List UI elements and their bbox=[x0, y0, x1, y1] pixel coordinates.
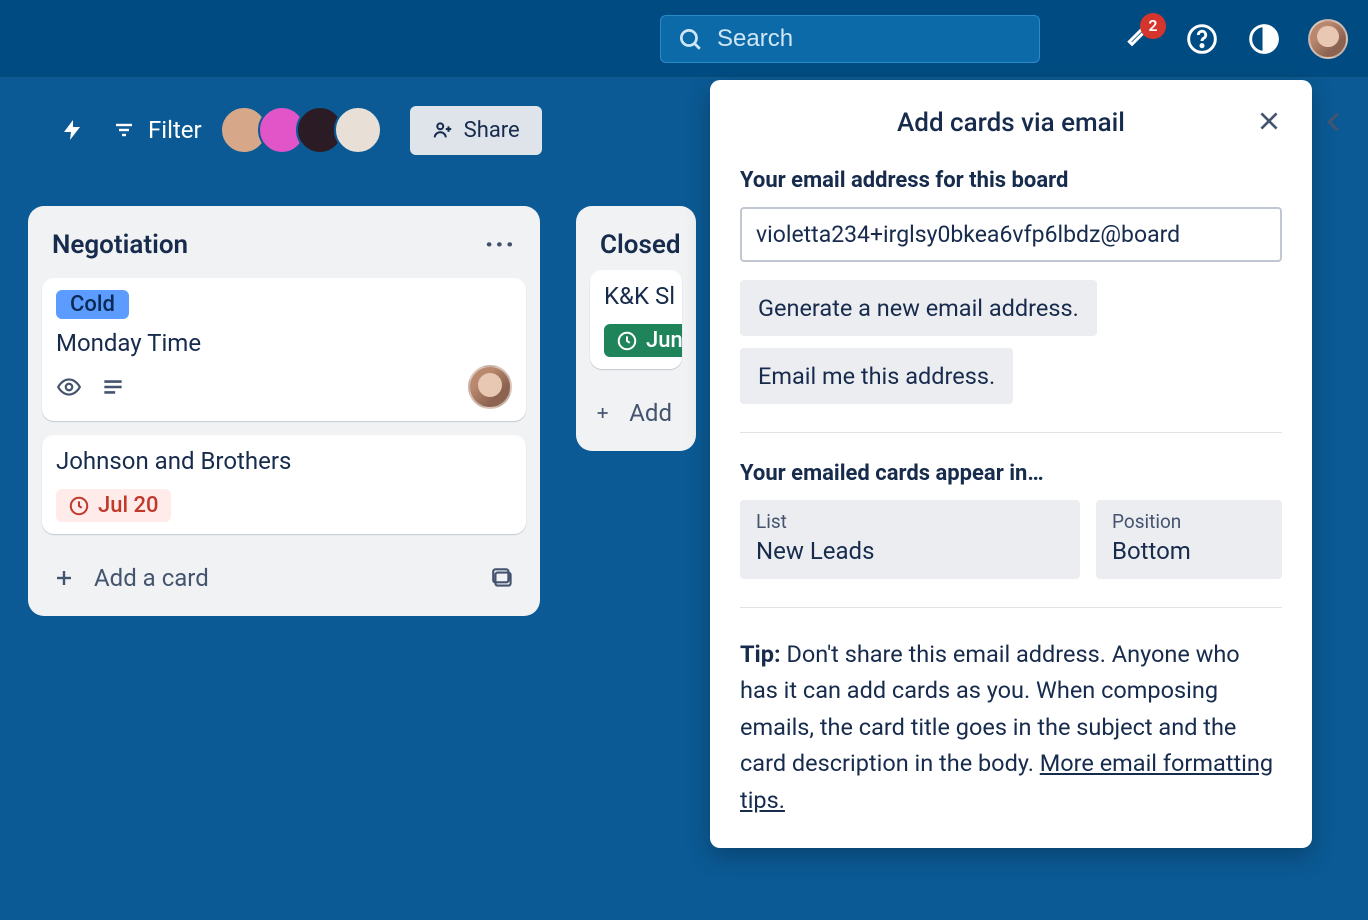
search-icon bbox=[677, 26, 703, 52]
position-select-value: Bottom bbox=[1112, 537, 1266, 565]
filter-button[interactable]: Filter bbox=[112, 116, 202, 144]
modal-title: Add cards via email bbox=[897, 108, 1125, 138]
card-label[interactable]: Cold bbox=[56, 290, 129, 319]
board-members[interactable] bbox=[230, 106, 382, 154]
watch-icon bbox=[56, 374, 82, 400]
email-field-label: Your email address for this board bbox=[740, 168, 1282, 193]
top-bar: 2 bbox=[0, 0, 1368, 78]
list-closed: Closed K&K Sl Jun Add bbox=[576, 206, 696, 451]
card-member-avatar[interactable] bbox=[468, 365, 512, 409]
member-avatar[interactable] bbox=[334, 106, 382, 154]
card-template-button[interactable] bbox=[490, 565, 516, 591]
topbar-right: 2 bbox=[1122, 19, 1348, 59]
list-select[interactable]: List New Leads bbox=[740, 500, 1080, 579]
description-icon bbox=[100, 374, 126, 400]
search-input[interactable] bbox=[717, 25, 1027, 53]
card-title: Monday Time bbox=[56, 329, 512, 357]
due-date-badge[interactable]: Jul 20 bbox=[56, 489, 171, 522]
due-date-text: Jul 20 bbox=[98, 493, 159, 518]
theme-button[interactable] bbox=[1246, 21, 1282, 57]
card[interactable]: Cold Monday Time bbox=[42, 278, 526, 421]
user-avatar[interactable] bbox=[1308, 19, 1348, 59]
automation-button[interactable] bbox=[60, 118, 84, 142]
divider bbox=[740, 607, 1282, 608]
collapse-panel-icon[interactable] bbox=[1320, 108, 1348, 136]
card[interactable]: K&K Sl Jun bbox=[590, 270, 682, 369]
appear-in-label: Your emailed cards appear in… bbox=[740, 461, 1282, 486]
add-card-label: Add a card bbox=[94, 564, 209, 592]
email-to-board-modal: Add cards via email Your email address f… bbox=[710, 80, 1312, 848]
position-select-label: Position bbox=[1112, 510, 1266, 533]
divider bbox=[740, 432, 1282, 433]
add-card-button[interactable]: Add a card bbox=[42, 548, 526, 602]
generate-email-button[interactable]: Generate a new email address. bbox=[740, 280, 1097, 336]
card[interactable]: Johnson and Brothers Jul 20 bbox=[42, 435, 526, 534]
position-select[interactable]: Position Bottom bbox=[1096, 500, 1282, 579]
add-card-label: Add bbox=[629, 399, 672, 427]
list-menu-button[interactable]: ··· bbox=[485, 230, 516, 260]
board-email-input[interactable] bbox=[740, 207, 1282, 262]
help-button[interactable] bbox=[1184, 21, 1220, 57]
search-box[interactable] bbox=[660, 15, 1040, 63]
list-select-label: List bbox=[756, 510, 1064, 533]
notification-badge: 2 bbox=[1140, 13, 1166, 39]
due-date-badge[interactable]: Jun bbox=[604, 324, 682, 357]
share-label: Share bbox=[464, 118, 520, 143]
email-me-button[interactable]: Email me this address. bbox=[740, 348, 1013, 404]
tip-text: Tip: Don't share this email address. Any… bbox=[740, 636, 1282, 818]
close-icon[interactable] bbox=[1256, 108, 1282, 134]
list-title[interactable]: Closed bbox=[600, 230, 680, 260]
list-title[interactable]: Negotiation bbox=[52, 230, 188, 260]
filter-label: Filter bbox=[148, 116, 202, 144]
add-card-button[interactable]: Add bbox=[590, 383, 682, 437]
card-title: K&K Sl bbox=[604, 282, 668, 310]
notifications-button[interactable]: 2 bbox=[1122, 21, 1158, 57]
card-title: Johnson and Brothers bbox=[56, 447, 512, 475]
list-negotiation: Negotiation ··· Cold Monday Time Johnson… bbox=[28, 206, 540, 616]
list-select-value: New Leads bbox=[756, 537, 1064, 565]
due-date-text: Jun bbox=[646, 328, 682, 353]
share-button[interactable]: Share bbox=[410, 106, 542, 155]
